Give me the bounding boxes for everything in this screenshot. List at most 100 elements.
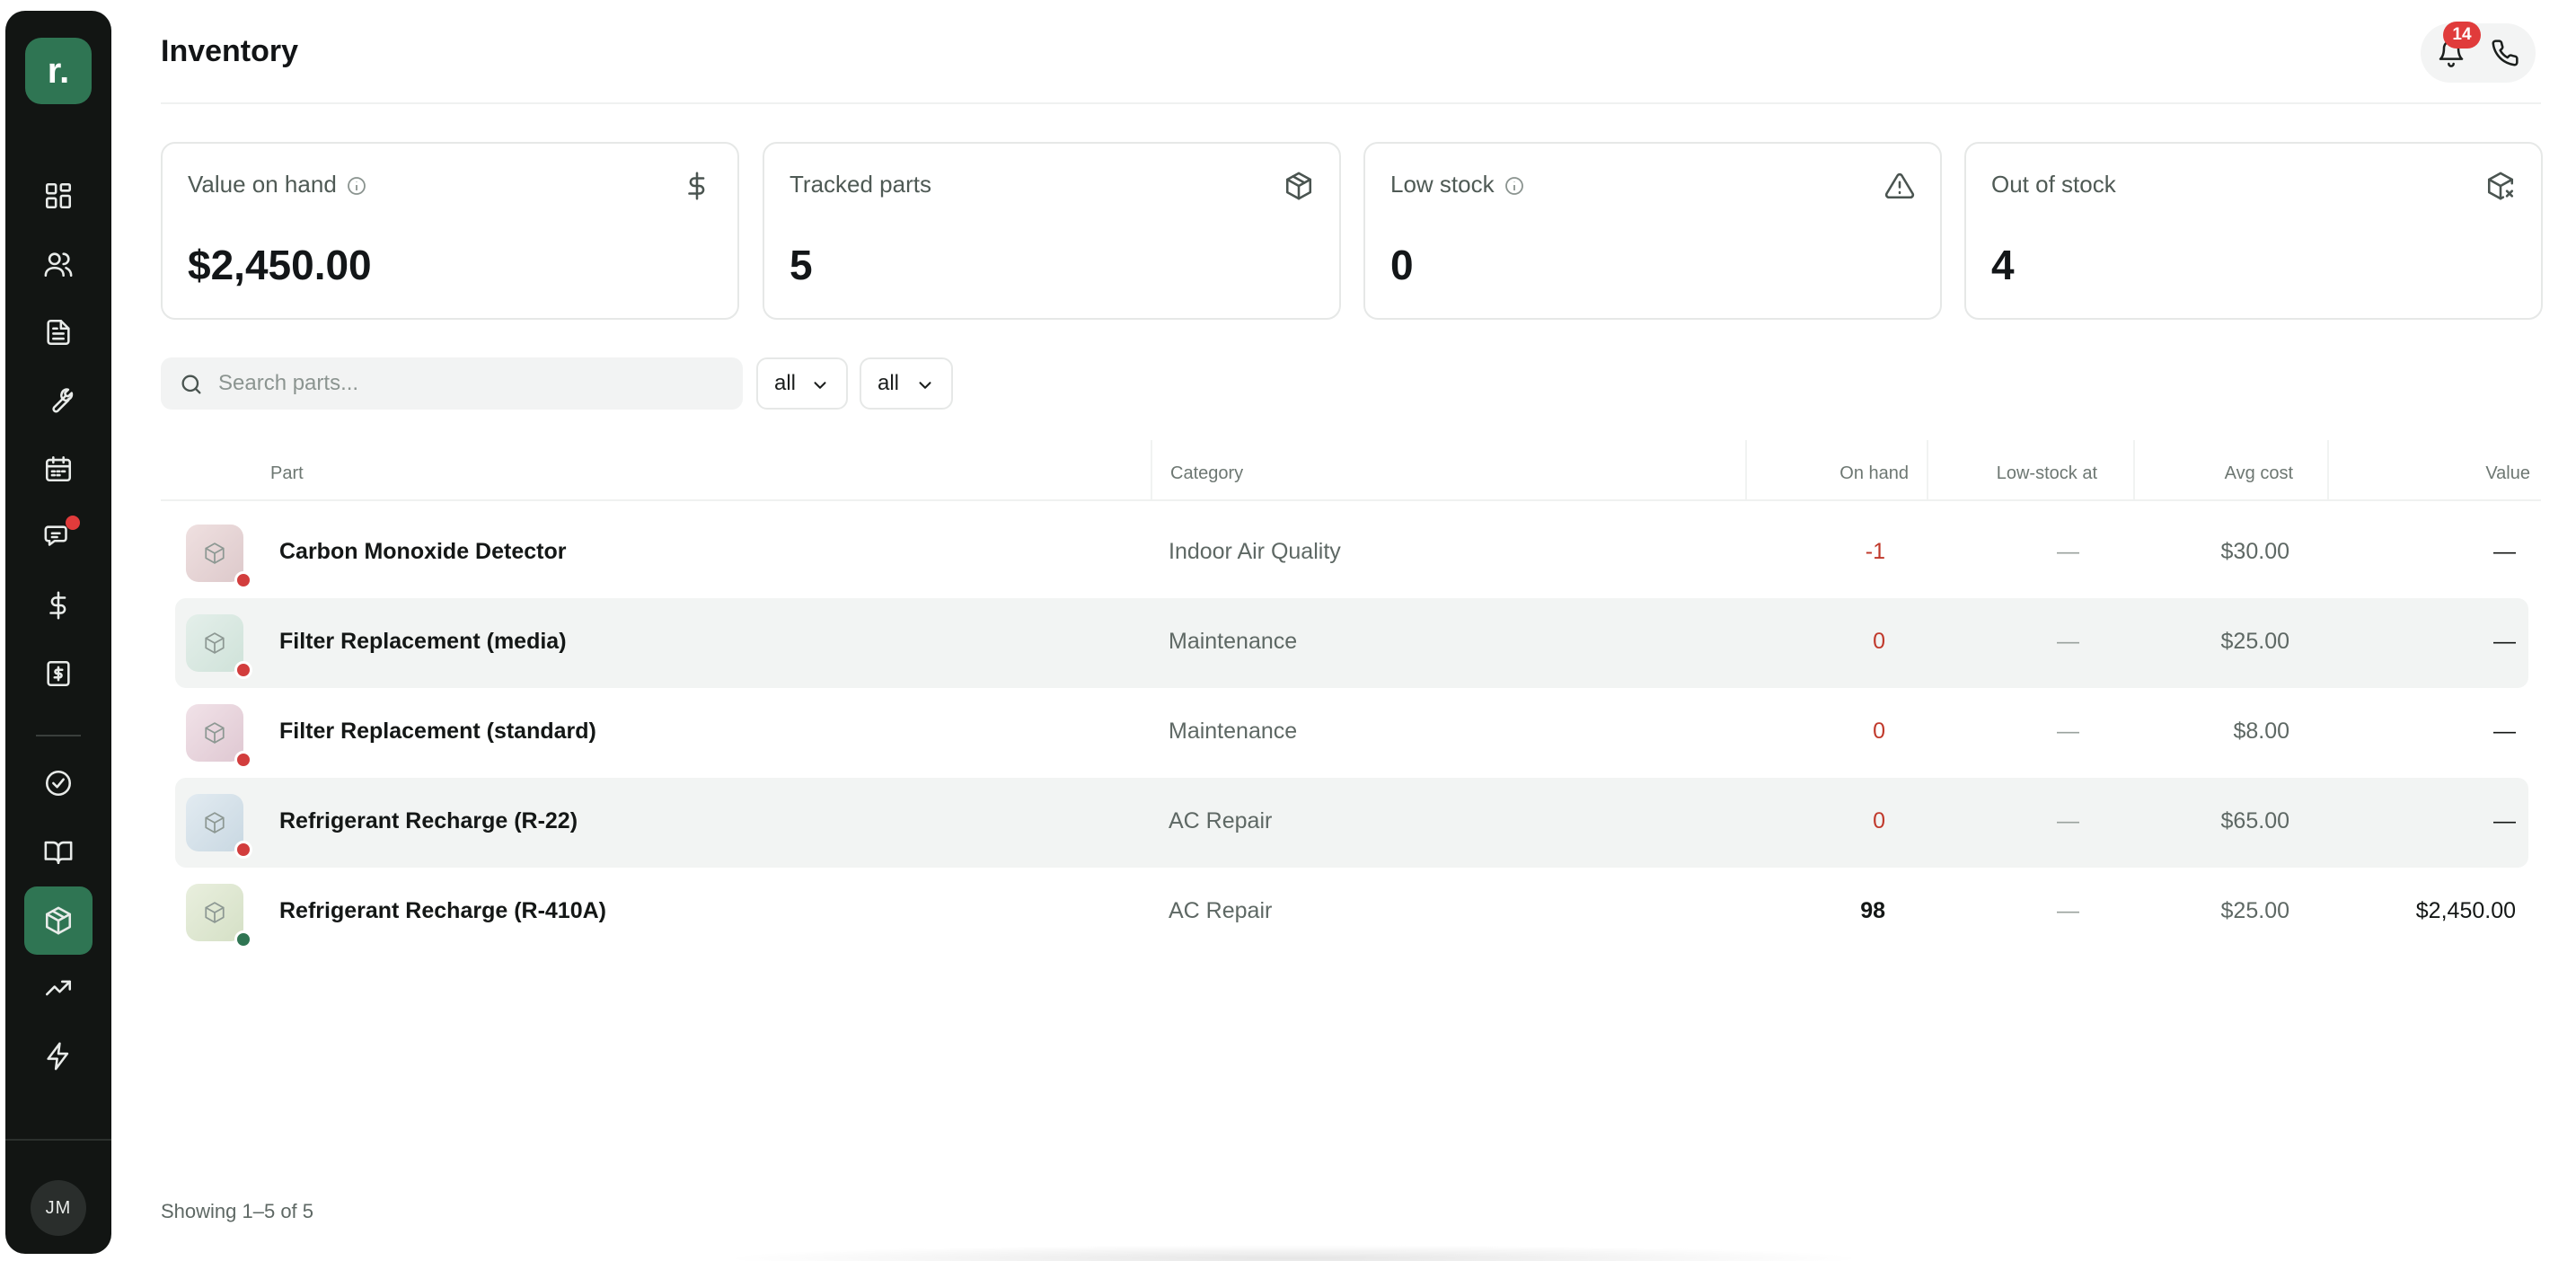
part-thumbnail xyxy=(186,614,252,679)
status-dot xyxy=(234,661,252,679)
status-dot xyxy=(234,841,252,859)
nav-pricebook[interactable] xyxy=(24,823,93,880)
part-thumbnail xyxy=(186,525,252,589)
nav-reports[interactable] xyxy=(24,959,93,1017)
nav-tasks[interactable] xyxy=(24,754,93,812)
table-row[interactable]: Carbon Monoxide Detector Indoor Air Qual… xyxy=(175,508,2528,598)
low-stock-at-value: — xyxy=(2057,898,2079,923)
column-divider xyxy=(1927,440,1928,501)
value-cell: — xyxy=(2493,719,2516,744)
part-thumbnail xyxy=(186,704,252,769)
column-header-low-stock-at[interactable]: Low-stock at xyxy=(1997,463,2097,484)
stat-value: 5 xyxy=(790,242,813,288)
info-icon[interactable] xyxy=(346,175,367,197)
avg-cost-value: $25.00 xyxy=(2220,629,2289,654)
part-name: Filter Replacement (media) xyxy=(279,629,567,654)
status-dot xyxy=(234,571,252,589)
search-box xyxy=(161,357,743,410)
stat-label: Value on hand xyxy=(188,171,337,198)
column-divider xyxy=(2133,440,2135,501)
nav-jobs[interactable] xyxy=(24,372,93,429)
column-divider xyxy=(1151,440,1152,501)
low-stock-at-value: — xyxy=(2057,808,2079,833)
sidebar: r. JM xyxy=(5,11,111,1254)
package-icon xyxy=(205,902,225,923)
table-row[interactable]: Refrigerant Recharge (R-22) AC Repair 0 … xyxy=(175,778,2528,868)
on-hand-value: 0 xyxy=(1873,808,1885,833)
status-dot xyxy=(234,930,252,948)
nav-automations[interactable] xyxy=(24,1027,93,1085)
package-icon xyxy=(205,812,225,833)
sidebar-divider xyxy=(36,735,81,736)
stat-card-out-of-stock: Out of stock 4 xyxy=(1964,142,2543,320)
column-header-category[interactable]: Category xyxy=(1170,463,1243,484)
phone-icon xyxy=(2492,40,2519,66)
file-text-icon xyxy=(47,319,70,346)
value-cell: — xyxy=(2493,808,2516,833)
on-hand-value: 0 xyxy=(1873,719,1885,744)
value-cell: — xyxy=(2493,539,2516,564)
on-hand-value: 0 xyxy=(1873,629,1885,654)
value-cell: — xyxy=(2493,629,2516,654)
part-category: AC Repair xyxy=(1169,808,1273,833)
low-stock-at-value: — xyxy=(2057,629,2079,654)
user-avatar[interactable]: JM xyxy=(31,1180,86,1236)
part-name: Carbon Monoxide Detector xyxy=(279,539,567,564)
dollar-icon xyxy=(682,171,712,201)
bottom-shadow xyxy=(719,1245,1868,1261)
nav-invoices[interactable] xyxy=(24,645,93,702)
column-header-value[interactable]: Value xyxy=(2485,463,2530,484)
stat-card-tracked-parts: Tracked parts 5 xyxy=(763,142,1341,320)
part-name: Filter Replacement (standard) xyxy=(279,719,596,744)
part-thumbnail xyxy=(186,884,252,948)
info-icon[interactable] xyxy=(1504,175,1525,197)
column-header-avg-cost[interactable]: Avg cost xyxy=(2225,463,2293,484)
column-header-part[interactable]: Part xyxy=(270,463,304,484)
nav-messages[interactable] xyxy=(24,508,93,566)
package-icon xyxy=(1284,171,1314,201)
table-row[interactable]: Filter Replacement (media) Maintenance 0… xyxy=(175,598,2528,688)
table-row[interactable]: Filter Replacement (standard) Maintenanc… xyxy=(175,688,2528,778)
nav-payments[interactable] xyxy=(24,577,93,634)
low-stock-at-value: — xyxy=(2057,539,2079,564)
package-icon xyxy=(205,542,225,564)
nav-documents[interactable] xyxy=(24,304,93,361)
part-name: Refrigerant Recharge (R-410A) xyxy=(279,898,606,923)
grid-icon xyxy=(45,182,72,209)
header-divider xyxy=(161,499,2541,501)
page-title: Inventory xyxy=(161,34,299,68)
search-input[interactable] xyxy=(218,357,721,410)
nav-dashboard[interactable] xyxy=(24,167,93,225)
value-cell: $2,450.00 xyxy=(2415,898,2516,923)
sidebar-footer-divider xyxy=(5,1139,111,1141)
nav-customers[interactable] xyxy=(24,235,93,293)
phone-button[interactable] xyxy=(2487,35,2523,71)
on-hand-value: -1 xyxy=(1865,539,1885,564)
search-icon xyxy=(181,375,201,394)
nav-inventory[interactable] xyxy=(24,886,93,955)
category-filter-value: all xyxy=(774,371,797,395)
table-row[interactable]: Refrigerant Recharge (R-410A) AC Repair … xyxy=(175,868,2528,957)
package-x-icon xyxy=(2485,171,2516,201)
stat-value: $2,450.00 xyxy=(188,242,372,288)
app-logo[interactable]: r. xyxy=(25,38,92,104)
warning-triangle-icon xyxy=(1884,171,1915,201)
column-divider xyxy=(2327,440,2329,501)
stat-label: Out of stock xyxy=(1991,171,2116,198)
column-header-on-hand[interactable]: On hand xyxy=(1839,463,1909,484)
part-name: Refrigerant Recharge (R-22) xyxy=(279,808,578,833)
part-category: AC Repair xyxy=(1169,898,1273,923)
status-filter[interactable]: all xyxy=(860,357,953,410)
stat-card-low-stock: Low stock 0 xyxy=(1363,142,1942,320)
avg-cost-value: $30.00 xyxy=(2220,539,2289,564)
avg-cost-value: $25.00 xyxy=(2220,898,2289,923)
status-filter-value: all xyxy=(878,371,900,395)
stat-value: 0 xyxy=(1390,242,1414,288)
package-icon xyxy=(205,722,225,744)
dollar-icon xyxy=(49,591,66,620)
parts-table: Part Category On hand Low-stock at Avg c… xyxy=(161,440,2541,1159)
pagination-summary: Showing 1–5 of 5 xyxy=(161,1200,314,1222)
category-filter[interactable]: all xyxy=(756,357,848,410)
avg-cost-value: $8.00 xyxy=(2233,719,2289,744)
nav-calendar[interactable] xyxy=(24,440,93,498)
